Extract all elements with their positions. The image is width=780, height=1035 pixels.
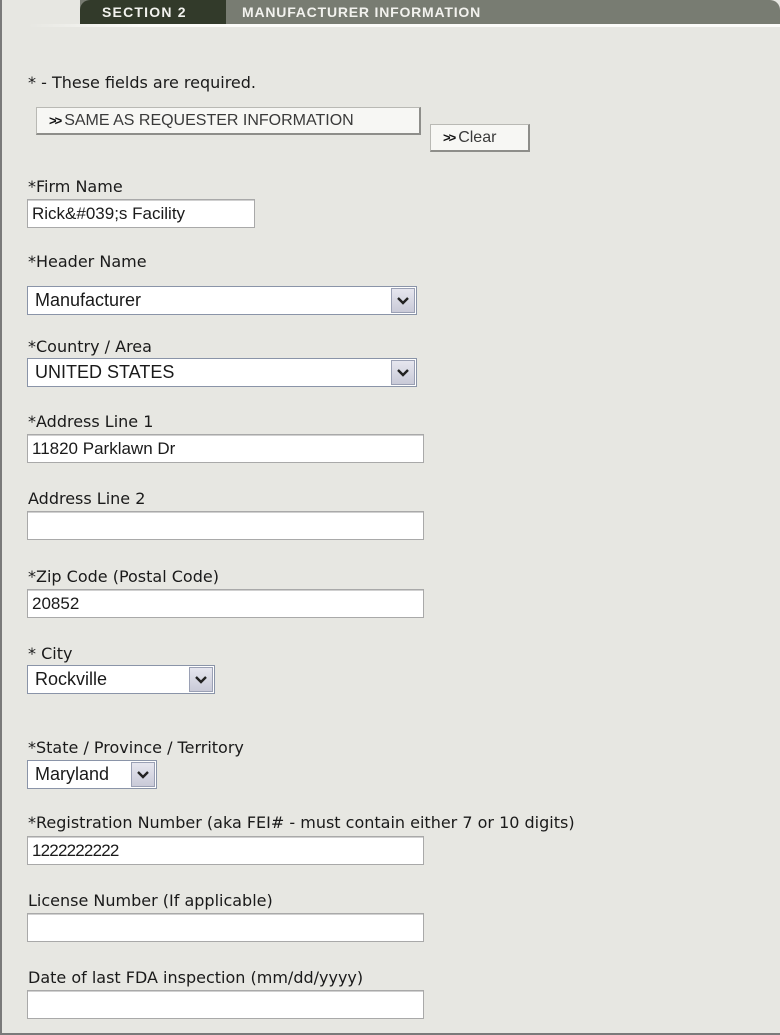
state-select[interactable]: Maryland	[27, 760, 157, 789]
section-header-divider	[28, 24, 780, 27]
chevron-down-icon[interactable]	[131, 762, 155, 787]
zip-code-value: 20852	[32, 593, 80, 613]
city-label: * City	[28, 644, 73, 663]
firm-name-label: *Firm Name	[28, 177, 123, 196]
state-value: Maryland	[35, 764, 110, 784]
same-as-requester-label: SAME AS REQUESTER INFORMATION	[64, 111, 354, 129]
address-line-1-value: 11820 Parklawn Dr	[32, 438, 176, 458]
section-title: MANUFACTURER INFORMATION	[242, 4, 482, 20]
header-name-select[interactable]: Manufacturer	[27, 286, 417, 315]
city-value: Rockville	[35, 669, 108, 689]
zip-code-label: *Zip Code (Postal Code)	[28, 567, 219, 586]
inspection-date-label: Date of last FDA inspection (mm/dd/yyyy)	[28, 968, 364, 987]
country-value: UNITED STATES	[35, 362, 175, 382]
registration-number-label: *Registration Number (aka FEI# - must co…	[28, 813, 575, 832]
address-line-2-input[interactable]	[27, 511, 424, 540]
country-select[interactable]: UNITED STATES	[27, 358, 417, 387]
state-label: *State / Province / Territory	[28, 738, 244, 757]
address-line-1-label: *Address Line 1	[28, 412, 154, 431]
chevron-down-icon[interactable]	[391, 360, 415, 385]
registration-number-value: 1222222222	[32, 840, 119, 860]
city-select[interactable]: Rockville	[27, 665, 215, 694]
required-fields-note: * - These fields are required.	[28, 73, 256, 92]
header-name-value: Manufacturer	[35, 290, 142, 310]
chevron-down-icon[interactable]	[391, 288, 415, 313]
firm-name-input[interactable]: Rick&#039;s Facility	[27, 199, 255, 228]
inspection-date-input[interactable]	[27, 990, 424, 1019]
country-label: *Country / Area	[28, 337, 152, 356]
clear-label: Clear	[458, 128, 497, 146]
registration-number-input[interactable]: 1222222222	[27, 836, 424, 865]
address-line-1-input[interactable]: 11820 Parklawn Dr	[27, 434, 424, 463]
firm-name-value: Rick&#039;s Facility	[32, 203, 186, 223]
header-name-label: *Header Name	[28, 252, 147, 271]
clear-button[interactable]: >> Clear	[430, 124, 530, 152]
double-chevron-right-icon: >>	[49, 113, 62, 128]
zip-code-input[interactable]: 20852	[27, 589, 424, 618]
section-number-tab: SECTION 2	[80, 0, 226, 24]
address-line-2-label: Address Line 2	[28, 489, 146, 508]
license-number-input[interactable]	[27, 913, 424, 942]
double-chevron-right-icon: >>	[443, 130, 456, 145]
same-as-requester-button[interactable]: >> SAME AS REQUESTER INFORMATION	[36, 107, 421, 135]
chevron-down-icon[interactable]	[189, 667, 213, 692]
license-number-label: License Number (If applicable)	[28, 891, 273, 910]
